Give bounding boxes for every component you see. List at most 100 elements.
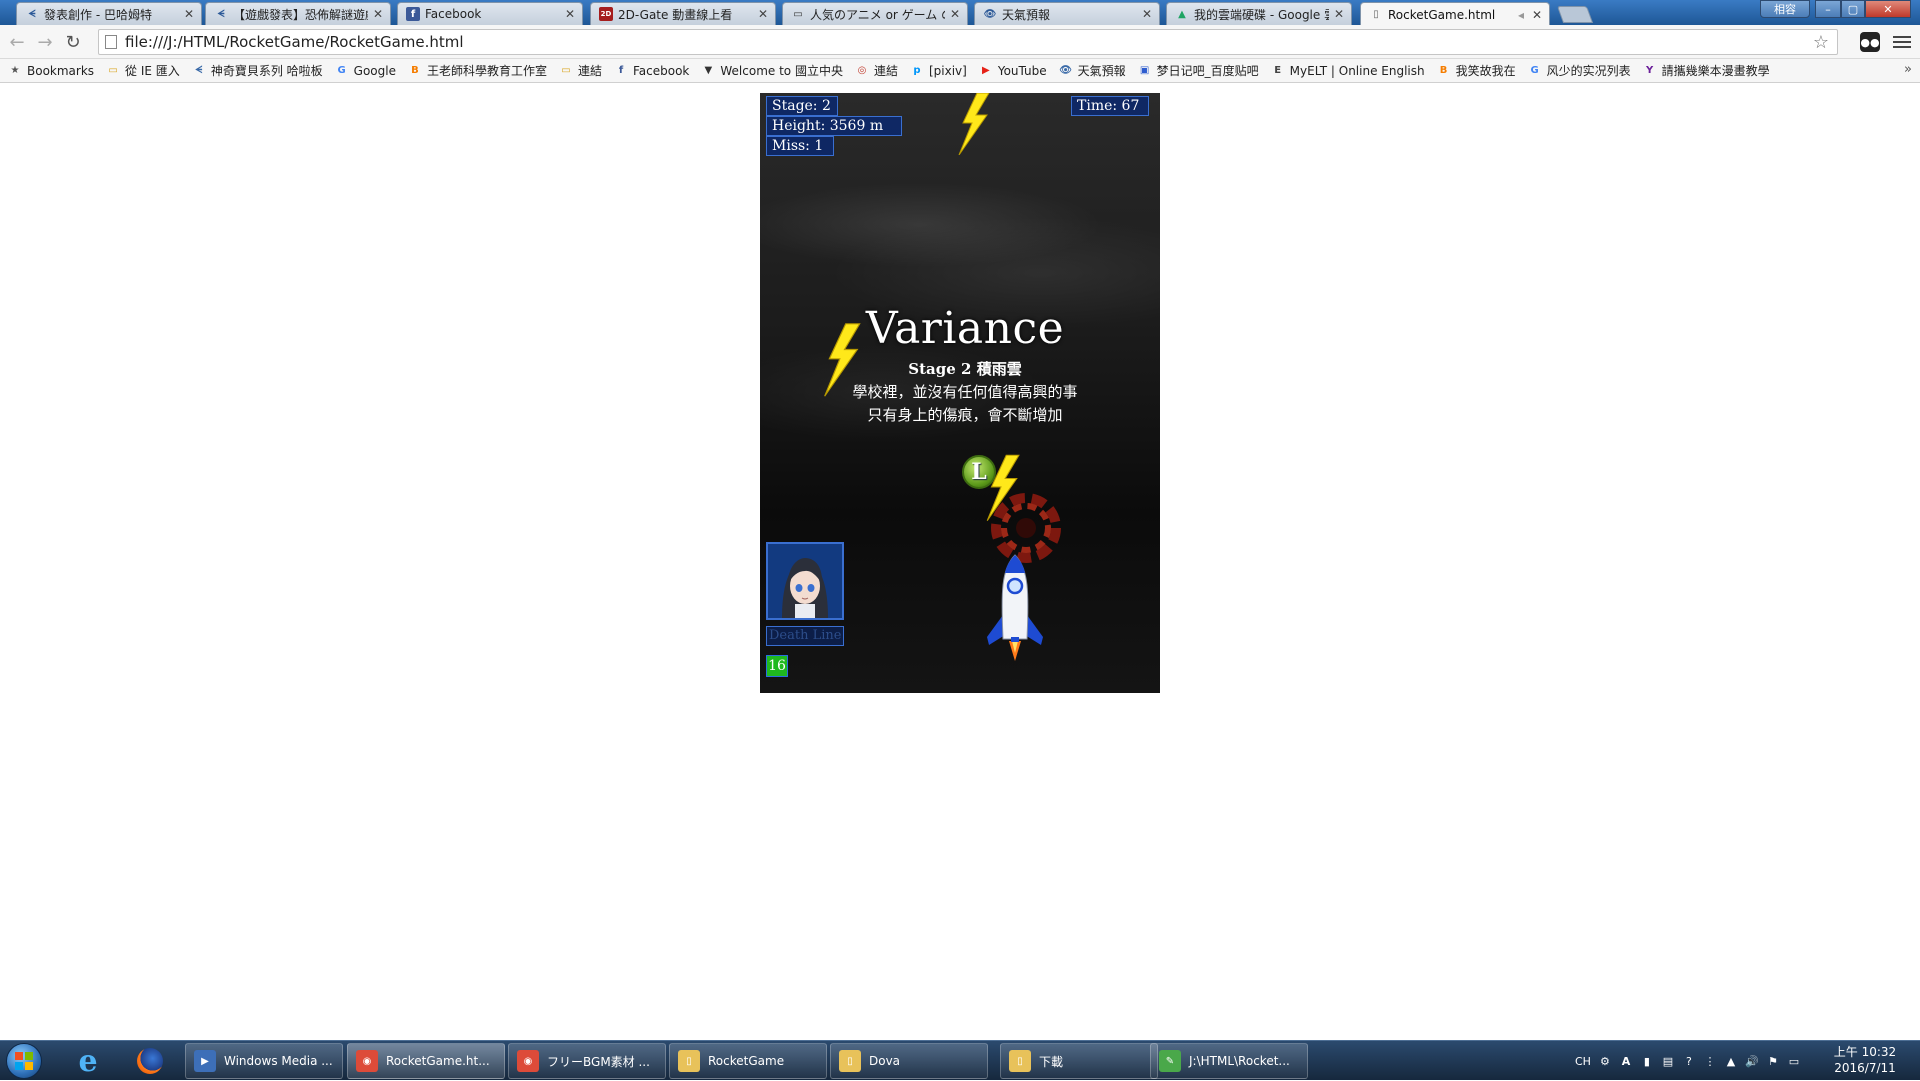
page-icon xyxy=(105,35,117,49)
bookmark-item[interactable]: p [pixiv] xyxy=(910,64,966,78)
bookmark-star-icon[interactable]: ☆ xyxy=(1813,32,1829,53)
back-button[interactable]: ← xyxy=(6,31,28,53)
stage-subtitle: Stage 2 積雨雲 xyxy=(908,360,1022,378)
bookmark-item[interactable]: G Google xyxy=(335,64,396,78)
tab-label: 我的雲端硬碟 - Google 雲 xyxy=(1194,7,1329,22)
bookmark-item[interactable]: ★ Bookmarks xyxy=(8,63,95,78)
bahamut-icon: ᗕ xyxy=(28,8,36,20)
bookmark-label: 神奇寶貝系列 哈啦板 xyxy=(210,64,323,78)
close-window-button[interactable]: ✕ xyxy=(1865,0,1911,18)
reload-button[interactable]: ↻ xyxy=(62,31,84,53)
extension-icon[interactable]: ●● xyxy=(1860,32,1880,52)
bookmark-icon: G xyxy=(1530,65,1539,76)
taskbar-button[interactable]: ◉ RocketGame.ht... xyxy=(347,1043,505,1079)
ime-pad-icon[interactable]: ▤ xyxy=(1661,1054,1675,1068)
bookmark-icon: ▣ xyxy=(1139,65,1150,76)
bookmark-item[interactable]: ▭ 連結 xyxy=(559,62,602,79)
new-tab-button[interactable] xyxy=(1556,6,1594,23)
address-bar[interactable]: file:///J:/HTML/RocketGame/RocketGame.ht… xyxy=(98,29,1838,55)
tab-close-icon[interactable]: ✕ xyxy=(757,7,769,21)
bookmark-item[interactable]: f Facebook xyxy=(614,64,690,78)
action-center-icon[interactable]: ⚑ xyxy=(1766,1054,1780,1068)
tab-rocketgame[interactable]: ▯ RocketGame.html ◂ ✕ xyxy=(1360,2,1550,26)
app-icon: ▯ xyxy=(678,1050,700,1072)
tab-bahamut-post[interactable]: ᗕ 發表創作 - 巴哈姆特 ✕ xyxy=(16,2,202,25)
bookmark-item[interactable]: ▣ 梦日记吧_百度贴吧 xyxy=(1138,62,1259,79)
chrome-menu-icon[interactable] xyxy=(1893,32,1911,52)
tab-close-icon[interactable]: ✕ xyxy=(183,7,195,21)
taskbar-button-label: RocketGame xyxy=(708,1054,785,1068)
ime-mode-icon[interactable]: A xyxy=(1619,1054,1633,1068)
taskbar-button[interactable]: ▯ RocketGame xyxy=(669,1043,827,1079)
stage-intro: Variance Stage 2 積雨雲 學校裡，並沒有任何值得高興的事 只有身… xyxy=(760,303,1160,425)
bookmark-item[interactable]: ▶ YouTube xyxy=(979,64,1047,78)
bookmark-item[interactable]: B 我笑故我在 xyxy=(1437,62,1516,79)
bookmark-icon: G xyxy=(337,65,346,76)
tab-2dgate[interactable]: 2D 2D-Gate 動畫線上看 ✕ xyxy=(590,2,776,25)
bookmark-item[interactable]: G 风少的实况列表 xyxy=(1528,62,1631,79)
firefox-icon[interactable] xyxy=(128,1044,172,1078)
tab-facebook[interactable]: f Facebook ✕ xyxy=(397,2,583,25)
bookmark-item[interactable]: 👁 天氣預報 xyxy=(1059,62,1125,79)
bookmark-icon: ▼ xyxy=(704,65,713,76)
bookmark-icon: ▭ xyxy=(108,65,118,76)
tab-close-icon[interactable]: ✕ xyxy=(1531,8,1543,22)
taskbar-button-label: J:\HTML\Rocket... xyxy=(1189,1054,1290,1068)
tab-close-icon[interactable]: ✕ xyxy=(564,7,576,21)
bookmark-label: 风少的实况列表 xyxy=(1546,64,1631,78)
ime-options-icon[interactable]: ⋮ xyxy=(1703,1054,1717,1068)
taskbar-button[interactable]: ▯ Dova xyxy=(830,1043,988,1079)
bookmark-item[interactable]: B 王老師科學教育工作室 xyxy=(408,62,547,79)
help-icon[interactable]: ? xyxy=(1682,1054,1696,1068)
bookmark-item[interactable]: ▼ Welcome to 國立中央 xyxy=(701,62,843,79)
bookmarks-bar: ★ Bookmarks ▭ 從 IE 匯入 ᗕ 神奇寶貝系列 哈啦板 G Google B 王老師… xyxy=(0,59,1920,83)
bookmark-icon: ▭ xyxy=(561,65,571,76)
taskbar-button[interactable]: ✎ J:\HTML\Rocket... xyxy=(1150,1043,1308,1079)
bookmark-item[interactable]: E MyELT | Online English xyxy=(1271,64,1424,78)
bookmark-icon: ▶ xyxy=(981,65,990,76)
maximize-button[interactable]: ▢ xyxy=(1841,0,1865,18)
start-button[interactable] xyxy=(6,1043,42,1079)
stage-story-line-1: 學校裡，並沒有任何值得高興的事 xyxy=(852,383,1078,401)
bookmark-label: 請攜幾樂本漫畫教學 xyxy=(1661,64,1770,78)
profile-button[interactable]: 相容 xyxy=(1760,0,1810,18)
minimize-button[interactable]: – xyxy=(1815,0,1841,18)
ime-width-icon[interactable]: ▮ xyxy=(1640,1054,1654,1068)
forward-button[interactable]: → xyxy=(34,31,56,53)
network-icon[interactable]: ▭ xyxy=(1787,1054,1801,1068)
tab-label: RocketGame.html xyxy=(1388,7,1496,22)
tab-game-release[interactable]: ᗕ 【遊戲發表】恐佈解謎遊戲 ✕ xyxy=(205,2,391,25)
input-language[interactable]: CH xyxy=(1575,1055,1591,1068)
tab-google-drive[interactable]: ▲ 我的雲端硬碟 - Google 雲 ✕ xyxy=(1166,2,1352,25)
bookmark-icon: f xyxy=(618,65,624,76)
tab-close-icon[interactable]: ✕ xyxy=(1141,7,1153,21)
taskbar-button[interactable]: ◉ フリーBGM素材 ... xyxy=(508,1043,666,1079)
bookmark-label: 王老師科學教育工作室 xyxy=(426,64,547,78)
taskbar-button[interactable]: ▯ 下載 xyxy=(1000,1043,1158,1079)
bookmark-item[interactable]: Y 請攜幾樂本漫畫教學 xyxy=(1643,62,1770,79)
volume-icon[interactable]: 🔊 xyxy=(1745,1054,1759,1068)
internet-explorer-icon[interactable]: e xyxy=(66,1044,110,1079)
lightning-bolt-icon xyxy=(958,93,990,155)
tab-close-icon[interactable]: ✕ xyxy=(372,7,384,21)
hud-height: Height: 3569 m xyxy=(766,116,902,136)
tab-weather[interactable]: 👁 天氣預報 ✕ xyxy=(974,2,1160,25)
tab-close-icon[interactable]: ✕ xyxy=(949,7,961,21)
bookmark-label: Bookmarks xyxy=(27,63,95,78)
bookmark-item[interactable]: ᗕ 神奇寶貝系列 哈啦板 xyxy=(192,62,323,79)
bookmark-item[interactable]: ◎ 連結 xyxy=(855,62,898,79)
tab-close-icon[interactable]: ✕ xyxy=(1333,7,1345,21)
show-hidden-icons-icon[interactable]: ▲ xyxy=(1724,1054,1738,1068)
bookmark-item[interactable]: ▭ 從 IE 匯入 xyxy=(106,62,180,79)
taskbar-button[interactable]: ▶ Windows Media ... xyxy=(185,1043,343,1079)
tab-niconico[interactable]: ▭ 人気のアニメ or ゲーム の ✕ xyxy=(782,2,968,25)
taskbar-clock[interactable]: 上午 10:32 2016/7/11 xyxy=(1830,1044,1900,1076)
bookmark-label: Google xyxy=(353,63,396,78)
bookmark-icon: ◎ xyxy=(857,65,867,76)
weather-eye-icon: 👁 xyxy=(983,8,997,20)
bookmarks-overflow-button[interactable]: » xyxy=(1904,62,1912,77)
ime-icon[interactable]: ⚙ xyxy=(1598,1054,1612,1068)
bookmark-label: 我笑故我在 xyxy=(1455,64,1516,78)
taskbar-button-label: フリーBGM素材 ... xyxy=(547,1054,650,1069)
game-canvas[interactable]: Stage: 2 Height: 3569 m Miss: 1 Time: 67… xyxy=(760,93,1160,693)
